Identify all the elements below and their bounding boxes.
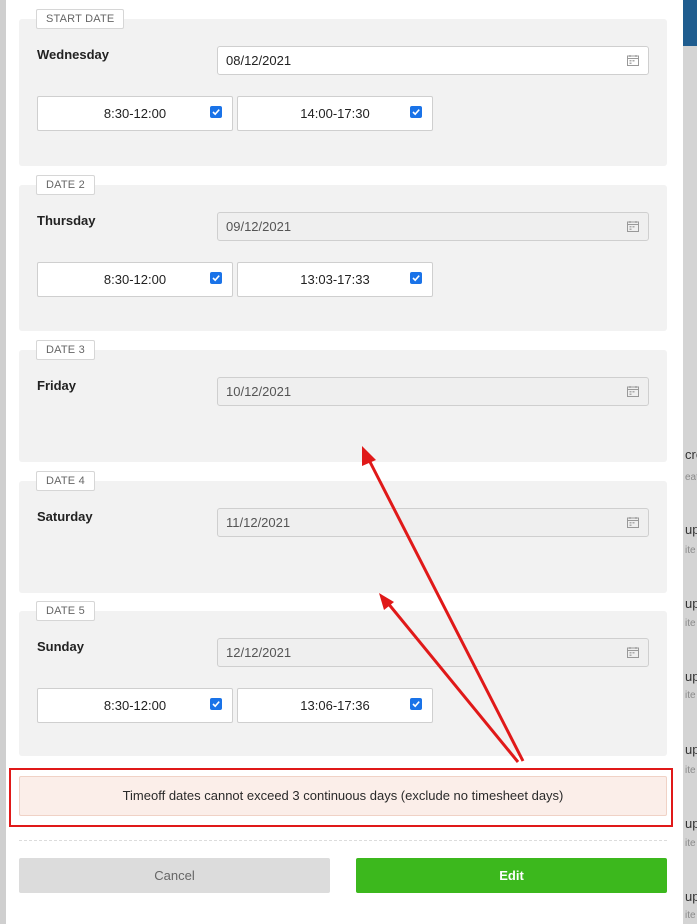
date-input: 09/12/2021: [217, 212, 649, 241]
backdrop-text-fragment: ite: [685, 545, 696, 556]
annotation-highlight-box: [9, 768, 673, 827]
footer-divider: [19, 840, 667, 841]
calendar-icon[interactable]: [627, 55, 639, 66]
time-slot-morning[interactable]: 8:30-12:00: [37, 96, 233, 131]
day-name: Wednesday: [37, 47, 110, 62]
day-name: Friday: [37, 378, 77, 393]
date-input[interactable]: 08/12/2021: [217, 46, 649, 75]
backdrop-text-fragment: up: [685, 816, 697, 831]
time-slot-afternoon[interactable]: 13:03-17:33: [237, 262, 433, 297]
checkbox-checked-icon[interactable]: [410, 698, 422, 710]
date-input-value: 09/12/2021: [226, 219, 292, 234]
time-slot-label: 13:06-17:36: [300, 698, 370, 713]
date-card-5: DATE 5 Sunday 12/12/2021 8:30-12:00 13:0…: [19, 601, 667, 756]
date-input: 11/12/2021: [217, 508, 649, 537]
date-card-4: DATE 4 Saturday 11/12/2021: [19, 471, 667, 593]
backdrop-text-fragment: up: [685, 889, 697, 904]
time-slot-label: 8:30-12:00: [103, 272, 167, 287]
date-input-value: 11/12/2021: [226, 515, 291, 530]
backdrop-text-fragment: up: [685, 742, 697, 757]
date-input-value: 10/12/2021: [226, 384, 292, 399]
calendar-icon: [627, 386, 639, 397]
edit-button[interactable]: Edit: [356, 858, 667, 893]
date-input: 12/12/2021: [217, 638, 649, 667]
date-card-3: DATE 3 Friday 10/12/2021: [19, 340, 667, 462]
time-slot-morning[interactable]: 8:30-12:00: [37, 688, 233, 723]
checkbox-checked-icon[interactable]: [410, 272, 422, 284]
backdrop-right: cre eat up ite up ite up ite up ite up ite up ite: [683, 0, 697, 924]
calendar-icon: [627, 221, 639, 232]
time-slot-afternoon[interactable]: 14:00-17:30: [237, 96, 433, 131]
time-slot-label: 8:30-12:00: [103, 698, 167, 713]
day-name: Thursday: [37, 213, 96, 228]
calendar-icon: [627, 647, 639, 658]
date-card-tag: DATE 5: [36, 601, 95, 621]
checkbox-checked-icon[interactable]: [210, 272, 222, 284]
date-input-value: 12/12/2021: [226, 645, 292, 660]
backdrop-text-fragment: ite: [685, 910, 696, 921]
time-slot-label: 14:00-17:30: [300, 106, 370, 121]
backdrop-text-fragment: up: [685, 669, 697, 684]
backdrop-text-fragment: up: [685, 522, 697, 537]
cancel-button[interactable]: Cancel: [19, 858, 330, 893]
backdrop-text-fragment: ite: [685, 618, 696, 629]
date-card-2: DATE 2 Thursday 09/12/2021 8:30-12:00 13…: [19, 175, 667, 331]
time-slot-label: 13:03-17:33: [300, 272, 370, 287]
date-card-tag: DATE 2: [36, 175, 95, 195]
time-slot-morning[interactable]: 8:30-12:00: [37, 262, 233, 297]
date-card-start: START DATE Wednesday 08/12/2021 8:30-12:…: [19, 9, 667, 166]
date-card-tag: START DATE: [36, 9, 125, 29]
date-card-tag: DATE 4: [36, 471, 95, 491]
day-name: Sunday: [37, 639, 84, 654]
backdrop-text-fragment: eat: [685, 472, 697, 483]
backdrop-text-fragment: ite: [685, 765, 696, 776]
date-input: 10/12/2021: [217, 377, 649, 406]
checkbox-checked-icon[interactable]: [210, 106, 222, 118]
checkbox-checked-icon[interactable]: [410, 106, 422, 118]
time-slot-afternoon[interactable]: 13:06-17:36: [237, 688, 433, 723]
calendar-icon: [627, 517, 639, 528]
day-name: Saturday: [37, 509, 93, 524]
date-card-tag: DATE 3: [36, 340, 95, 360]
date-input-value: 08/12/2021: [226, 53, 292, 68]
backdrop-text-fragment: ite: [685, 690, 696, 701]
backdrop-text-fragment: ite: [685, 838, 696, 849]
backdrop-header-bar: [683, 0, 697, 46]
time-slot-label: 8:30-12:00: [103, 106, 167, 121]
checkbox-checked-icon[interactable]: [210, 698, 222, 710]
backdrop-text-fragment: cre: [685, 447, 697, 462]
backdrop-text-fragment: up: [685, 596, 697, 611]
